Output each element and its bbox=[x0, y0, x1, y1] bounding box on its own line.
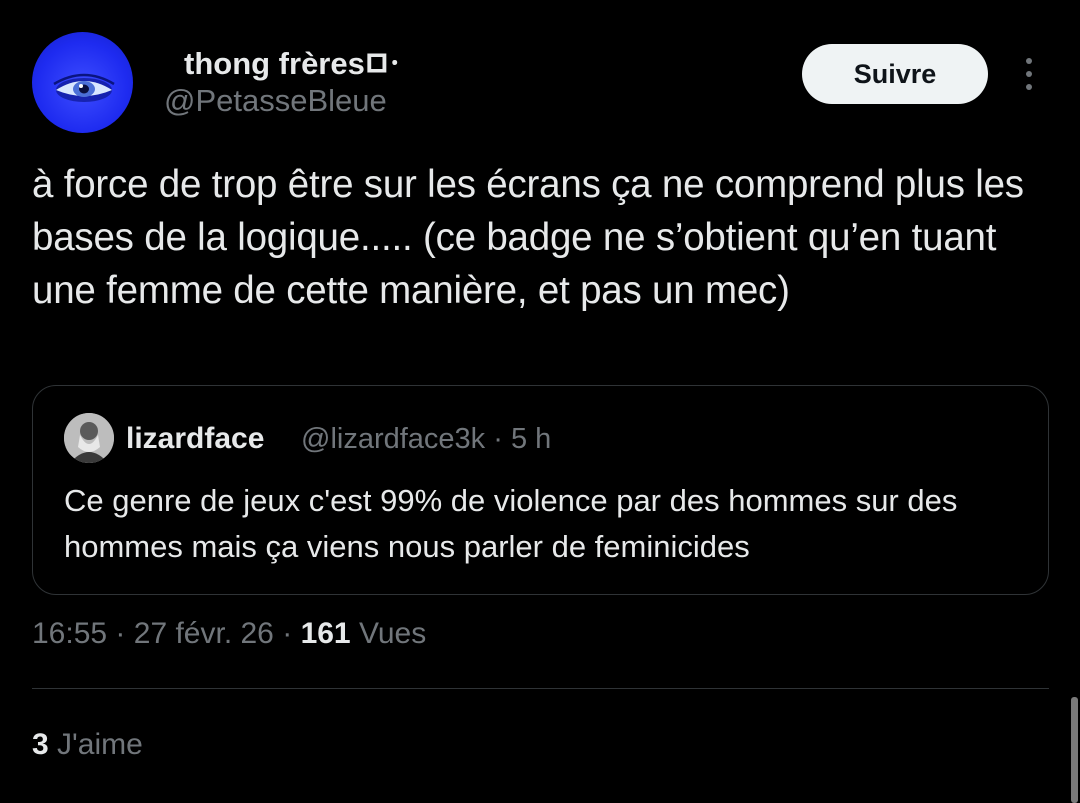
quoted-tweet-text: Ce genre de jeux c'est 99% de violence p… bbox=[64, 483, 958, 564]
views-label: Vues bbox=[358, 617, 427, 650]
quoted-author-avatar bbox=[64, 413, 114, 463]
tweet-text: à force de trop être sur les écrans ça n… bbox=[32, 163, 1024, 312]
quoted-tweet-time: 5 h bbox=[510, 423, 552, 455]
quoted-author-meta: @lizardface3k · 5 h bbox=[301, 423, 551, 456]
follow-button[interactable]: Suivre bbox=[802, 44, 988, 104]
author-avatar[interactable] bbox=[32, 32, 133, 133]
quoted-tweet[interactable]: lizardface @lizardface3k · 5 h Ce genre … bbox=[32, 385, 1049, 595]
separator-dot: · bbox=[115, 617, 126, 650]
blue-eye-icon bbox=[53, 73, 115, 102]
more-options-icon[interactable] bbox=[1014, 52, 1044, 96]
views-count: 161 bbox=[300, 617, 351, 650]
tweet-date[interactable]: 27 févr. 26 bbox=[134, 617, 274, 650]
tweet-detail: thong frères𑀩𑁦 @PetasseBleue Suivre à fo… bbox=[0, 0, 1080, 803]
author-handle[interactable]: @PetasseBleue bbox=[164, 83, 387, 119]
likes-label: J'aime bbox=[57, 728, 143, 761]
dot bbox=[1026, 84, 1032, 90]
likes-count: 3 bbox=[32, 728, 49, 761]
quoted-author-handle: @lizardface3k bbox=[301, 423, 486, 455]
author-display-name[interactable]: thong frères𑀩𑁦 bbox=[184, 42, 401, 84]
quoted-author-name: lizardface bbox=[126, 422, 265, 455]
scrollbar[interactable] bbox=[1071, 697, 1078, 803]
tweet-time[interactable]: 16:55 bbox=[32, 617, 107, 650]
likes-link[interactable]: 3 J'aime bbox=[32, 728, 143, 762]
portrait-icon bbox=[64, 413, 114, 463]
dot bbox=[1026, 58, 1032, 64]
separator-dot: · bbox=[282, 617, 293, 650]
dot bbox=[1026, 71, 1032, 77]
separator-dot: · bbox=[493, 423, 503, 455]
tweet-meta: 16:55 · 27 févr. 26 · 161 Vues bbox=[32, 617, 426, 651]
divider bbox=[32, 688, 1049, 689]
